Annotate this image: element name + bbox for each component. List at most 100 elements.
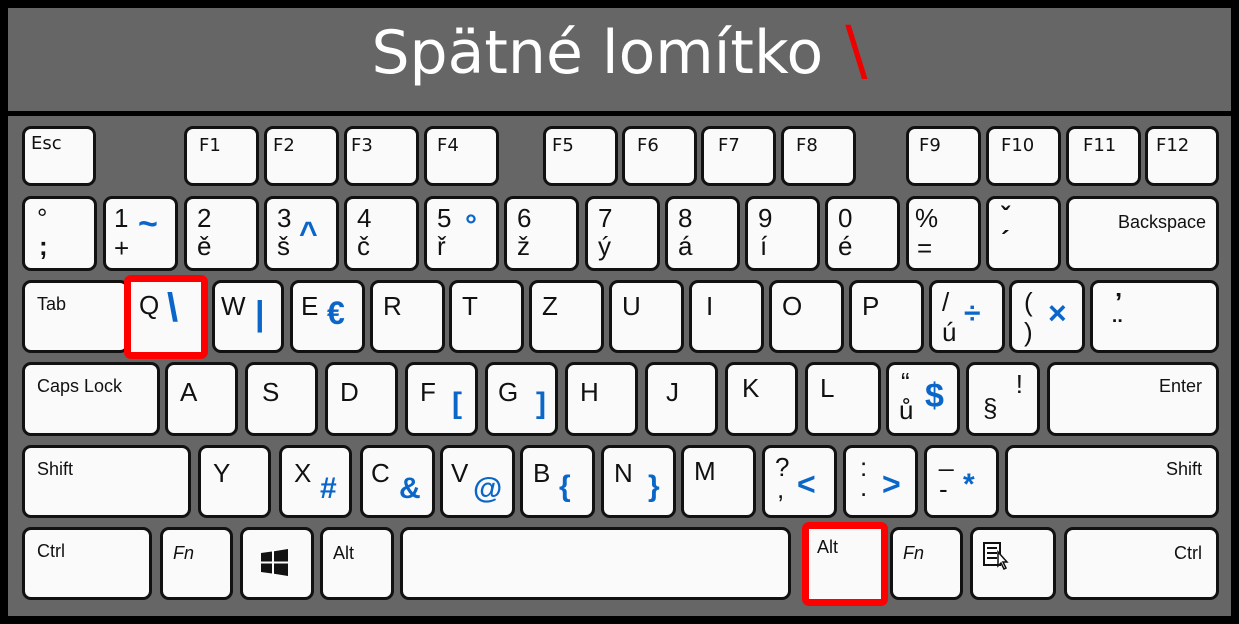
key-comma[interactable]: ? , < [762,445,837,518]
key-h[interactable]: H [565,362,638,436]
key-a[interactable]: A [165,362,238,436]
key-m[interactable]: M [681,445,756,518]
key-u[interactable]: U [609,280,684,353]
key-period[interactable]: : . > [843,445,918,518]
windows-icon [261,549,288,576]
key-diaeresis[interactable]: ’ ¨ [1090,280,1219,353]
key-o[interactable]: O [769,280,844,353]
key-windows[interactable] [240,527,314,600]
key-f7[interactable]: F7 [701,126,776,186]
key-6[interactable]: 6 ž [504,196,579,271]
key-label: Ctrl [1174,543,1202,563]
altgr-char-ampersand: & [399,472,421,505]
key-f8[interactable]: F8 [781,126,856,186]
key-label: Fn [173,543,195,563]
key-3[interactable]: 3 š ^ [264,196,339,271]
key-context-menu[interactable] [970,527,1056,600]
key-f3[interactable]: F3 [344,126,419,186]
key-q[interactable]: Q \ [124,275,208,359]
key-left-fn[interactable]: Fn [160,527,233,600]
key-8[interactable]: 8 á [665,196,740,271]
key-section[interactable]: ! § [966,362,1040,436]
key-f5[interactable]: F5 [543,126,618,186]
key-0[interactable]: 0 é [825,196,900,271]
key-l[interactable]: L [805,362,881,436]
key-9[interactable]: 9 í [745,196,820,271]
key-shift-char: ° [37,203,48,233]
key-capslock[interactable]: Caps Lock [22,362,160,436]
context-menu-icon [983,542,1013,571]
key-z[interactable]: Z [529,280,604,353]
key-acute[interactable]: ˇ ´ [986,196,1061,271]
key-v[interactable]: V @ [440,445,515,518]
key-space[interactable] [400,527,791,600]
key-uacute[interactable]: / ú ÷ [929,280,1005,353]
key-5[interactable]: 5 ř ° [424,196,499,271]
keyboard: Esc F1 F2 F3 F4 F5 F6 F7 F8 F9 F10 F11 F… [8,116,1231,616]
key-equals[interactable]: % = [906,196,981,271]
key-right-shift[interactable]: Shift [1005,445,1219,518]
key-right-fn[interactable]: Fn [890,527,963,600]
key-f12[interactable]: F12 [1145,126,1219,186]
key-f11[interactable]: F11 [1066,126,1141,186]
key-7[interactable]: 7 ý [585,196,660,271]
key-p[interactable]: P [849,280,924,353]
key-c[interactable]: C & [360,445,435,518]
key-label: Shift [1165,459,1202,479]
key-j[interactable]: J [645,362,718,436]
key-shift-char: Q [139,290,160,320]
key-tab[interactable]: Tab [22,280,129,353]
key-4[interactable]: 4 č [344,196,419,271]
key-i[interactable]: I [689,280,764,353]
key-shift-char: ’ [1115,287,1123,317]
key-shift-char: B [533,458,551,488]
key-b[interactable]: B { [520,445,595,518]
key-shift-char: M [694,456,716,486]
key-altgr[interactable]: Alt [802,522,888,606]
key-y[interactable]: Y [198,445,271,518]
key-n[interactable]: N } [601,445,676,518]
key-f6[interactable]: F6 [622,126,697,186]
key-left-ctrl[interactable]: Ctrl [22,527,152,600]
key-r[interactable]: R [370,280,445,353]
altgr-char-ring: ° [465,209,477,242]
key-label: Ctrl [37,541,65,561]
key-right-ctrl[interactable]: Ctrl [1064,527,1219,600]
key-f[interactable]: F [ [405,362,478,436]
key-label: Alt [817,537,839,557]
key-f2[interactable]: F2 [264,126,339,186]
key-e[interactable]: E € [290,280,365,353]
key-w[interactable]: W | [212,280,284,353]
altgr-char-hash: # [320,472,337,505]
key-f10[interactable]: F10 [986,126,1061,186]
key-shift-char: 1 [114,203,129,233]
key-base-char: ) [1024,317,1033,347]
key-2[interactable]: 2 ě [184,196,259,271]
key-esc[interactable]: Esc [22,126,96,186]
key-semicolon[interactable]: ° ; [22,196,97,271]
key-shift-char: 6 [517,203,532,233]
key-k[interactable]: K [725,362,798,436]
key-f4[interactable]: F4 [424,126,499,186]
key-left-alt[interactable]: Alt [320,527,394,600]
key-enter[interactable]: Enter [1047,362,1219,436]
key-uring[interactable]: “ ů $ [886,362,960,436]
key-f1[interactable]: F1 [184,126,259,186]
key-base-char: = [917,233,933,263]
key-shift-char: 7 [598,203,613,233]
key-shift-char: K [742,373,760,403]
key-x[interactable]: X # [279,445,352,518]
key-g[interactable]: G ] [485,362,558,436]
key-d[interactable]: D [325,362,398,436]
key-1[interactable]: 1 + ~ [103,196,178,271]
key-f9[interactable]: F9 [906,126,981,186]
key-s[interactable]: S [245,362,318,436]
key-label: Enter [1158,376,1202,396]
key-paren[interactable]: ( ) × [1009,280,1085,353]
key-minus[interactable]: _ - * [924,444,999,518]
key-label: Tab [37,294,67,314]
key-left-shift[interactable]: Shift [22,445,191,518]
key-t[interactable]: T [449,280,524,353]
key-base-char: + [114,233,130,263]
key-backspace[interactable]: Backspace [1066,196,1219,271]
